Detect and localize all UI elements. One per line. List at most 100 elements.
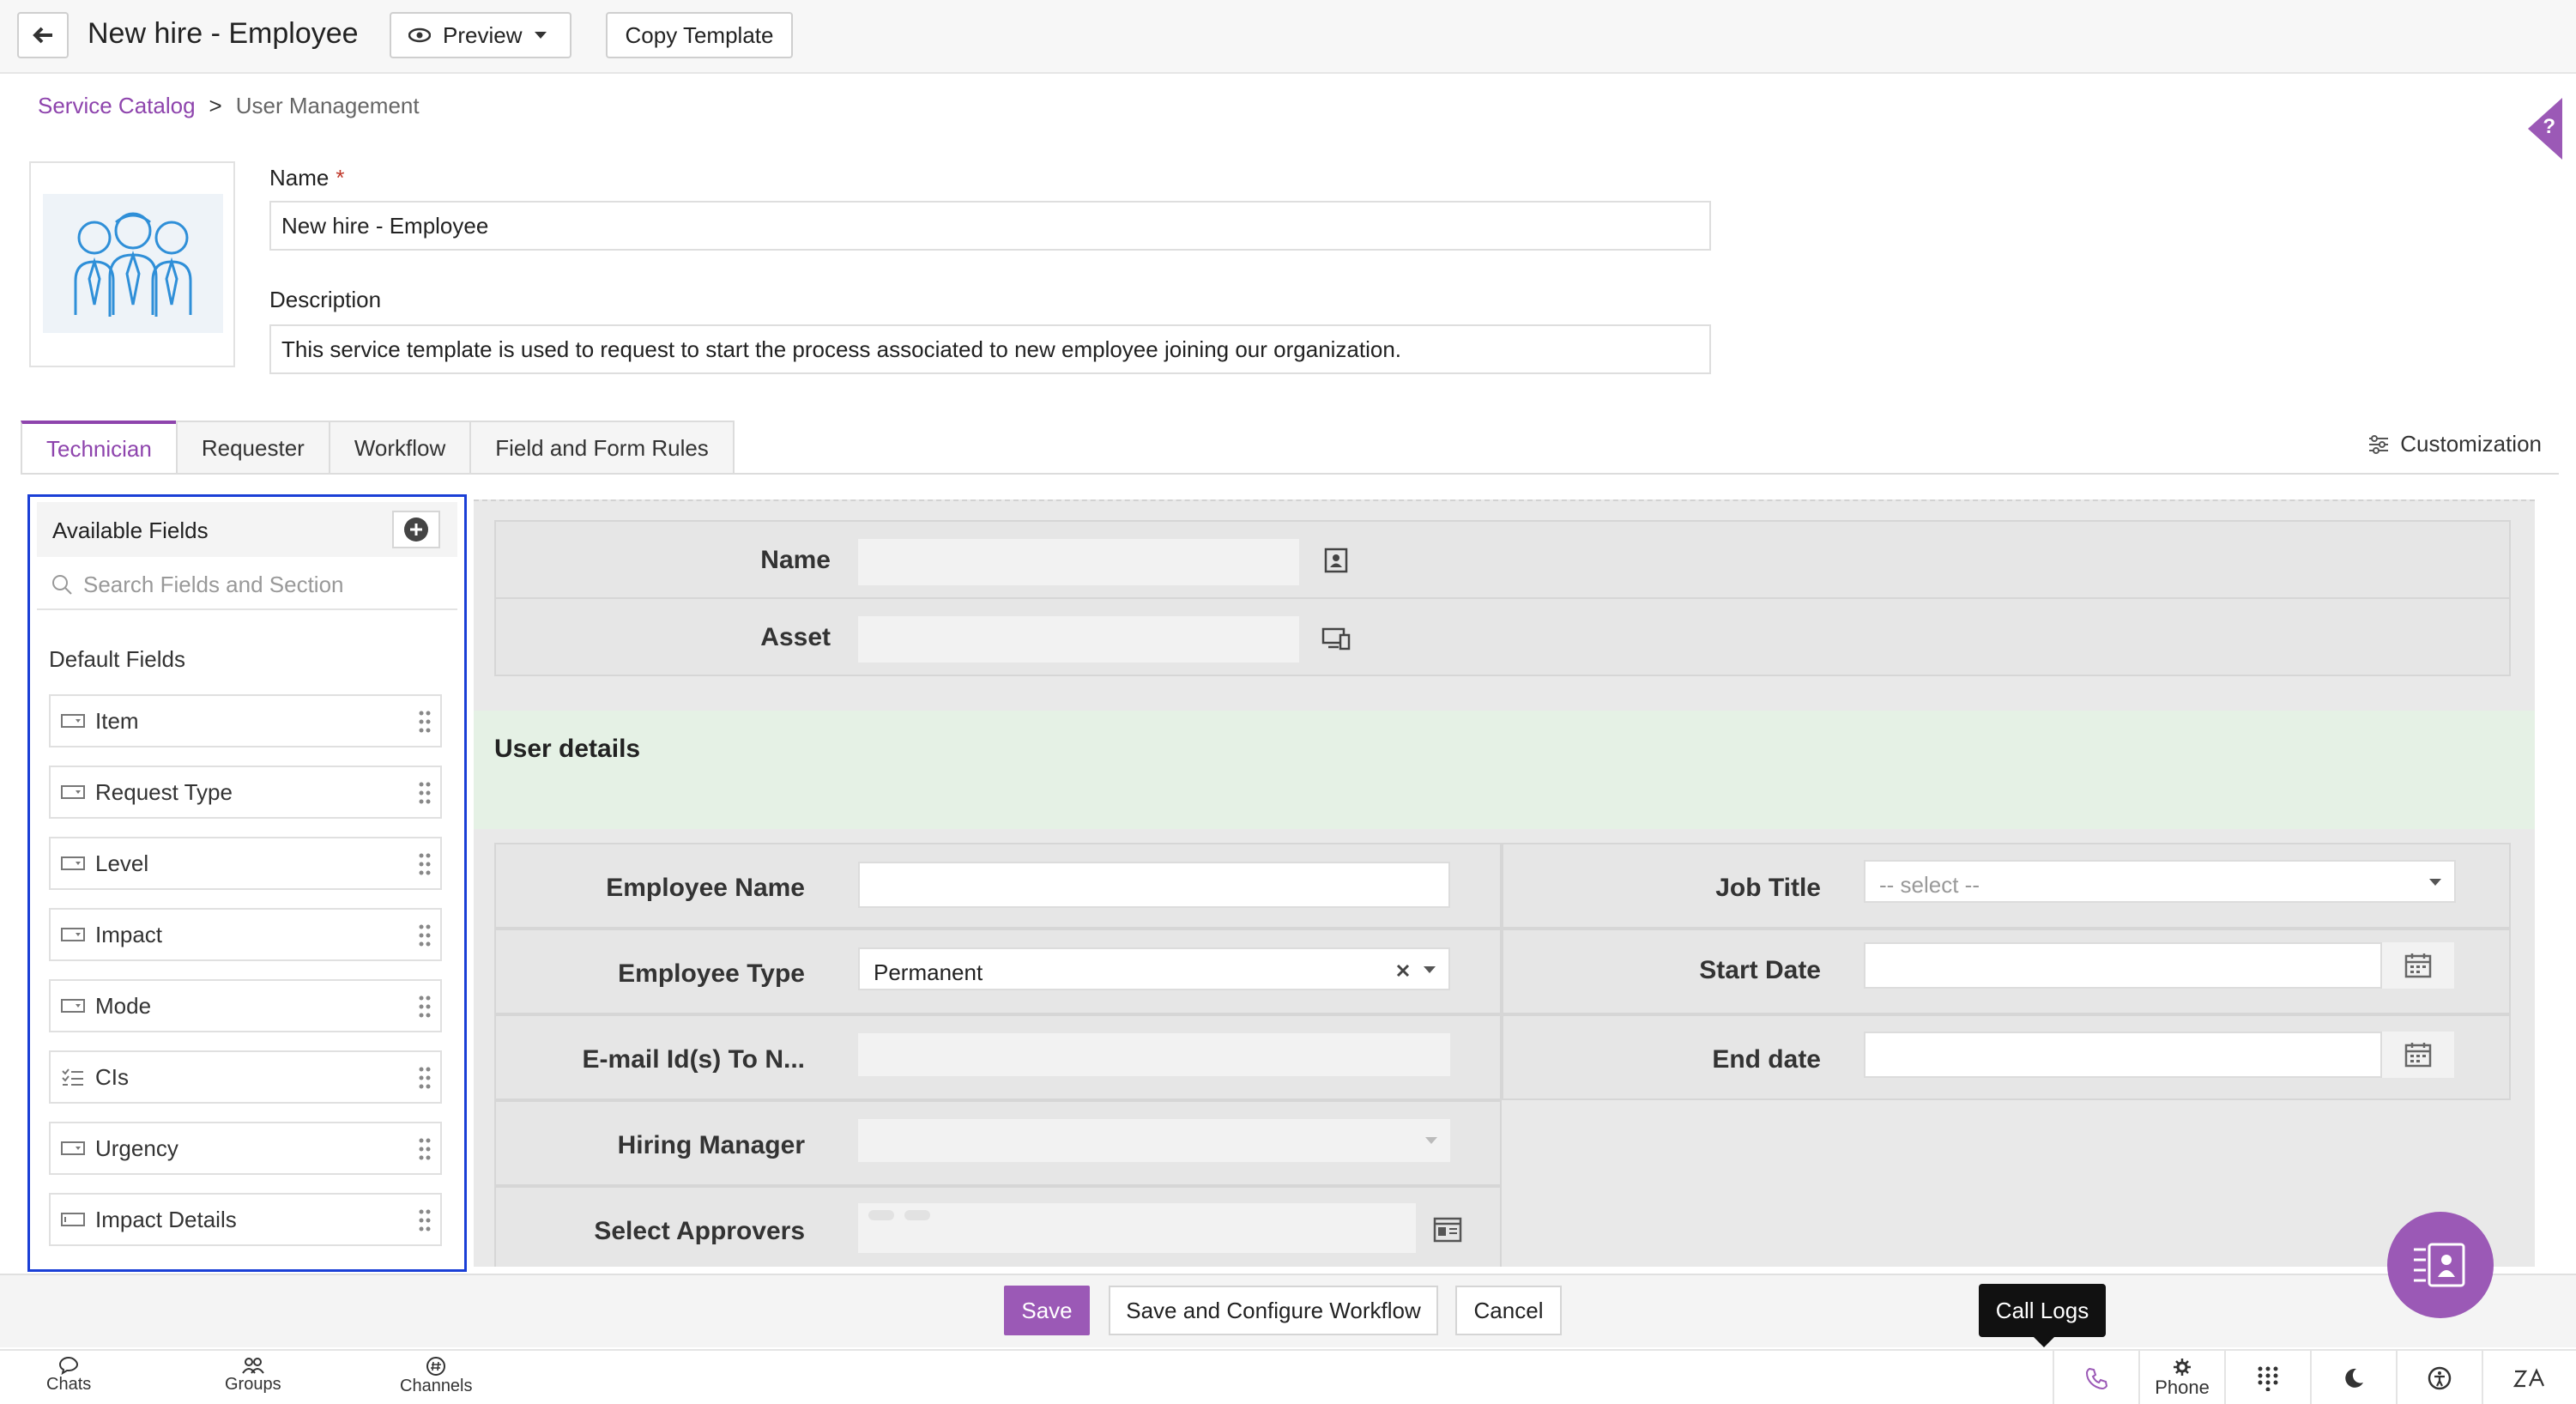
caret-down-icon bbox=[1424, 966, 1436, 973]
field-label: Name bbox=[760, 546, 831, 574]
drag-handle-icon[interactable] bbox=[418, 923, 432, 947]
required-mark: * bbox=[336, 165, 345, 191]
accessibility-button[interactable] bbox=[2396, 1351, 2482, 1404]
select-approvers-input[interactable] bbox=[858, 1203, 1416, 1253]
drag-handle-icon[interactable] bbox=[418, 781, 432, 805]
preview-dropdown[interactable]: Preview bbox=[390, 12, 571, 58]
available-fields-panel: Available Fields Search Fields and Secti… bbox=[27, 494, 467, 1272]
canvas-row[interactable]: Job Title -- select -- bbox=[1502, 843, 2511, 929]
employee-type-select[interactable]: Permanent bbox=[858, 947, 1450, 990]
tab-field-and-form-rules[interactable]: Field and Form Rules bbox=[469, 421, 735, 474]
cancel-button[interactable]: Cancel bbox=[1455, 1286, 1562, 1335]
groups-button[interactable]: Groups bbox=[225, 1356, 281, 1395]
canvas-row[interactable]: E-mail Id(s) To N... bbox=[494, 1014, 1502, 1100]
field-item-item[interactable]: Item bbox=[49, 694, 442, 747]
floating-action-button[interactable] bbox=[2387, 1212, 2494, 1318]
plus-circle-icon bbox=[404, 517, 428, 542]
canvas-row[interactable]: Employee Type Permanent bbox=[494, 929, 1502, 1014]
asset-lookup-input[interactable] bbox=[858, 616, 1299, 663]
phone-label: Phone bbox=[2155, 1377, 2210, 1398]
save-and-configure-workflow-button[interactable]: Save and Configure Workflow bbox=[1109, 1286, 1438, 1335]
drag-handle-icon[interactable] bbox=[418, 1066, 432, 1090]
channels-button[interactable]: Channels bbox=[400, 1356, 473, 1396]
canvas-row[interactable]: Employee Name bbox=[494, 843, 1502, 929]
hash-icon bbox=[426, 1357, 446, 1376]
zia-button[interactable] bbox=[2482, 1351, 2576, 1404]
search-icon bbox=[52, 575, 72, 595]
help-tab[interactable]: ? bbox=[2528, 98, 2562, 160]
add-field-button[interactable] bbox=[392, 511, 440, 548]
name-lookup-input[interactable] bbox=[858, 539, 1299, 585]
calendar-icon bbox=[2404, 1043, 2432, 1068]
canvas-row[interactable]: Select Approvers bbox=[494, 1186, 1502, 1267]
end-date-picker-button[interactable] bbox=[2382, 1032, 2454, 1078]
section-title: User details bbox=[494, 735, 641, 763]
start-date-picker-button[interactable] bbox=[2382, 942, 2454, 989]
devices-icon[interactable] bbox=[1321, 626, 1351, 651]
breadcrumb-service-catalog[interactable]: Service Catalog bbox=[38, 93, 196, 119]
canvas-row[interactable]: Hiring Manager bbox=[494, 1100, 1502, 1186]
copy-template-button[interactable]: Copy Template bbox=[606, 12, 793, 58]
chats-button[interactable]: Chats bbox=[46, 1356, 91, 1395]
dropdown-field-icon bbox=[61, 856, 85, 870]
canvas-row[interactable]: Start Date bbox=[1502, 929, 2511, 1014]
field-item-request-type[interactable]: Request Type bbox=[49, 766, 442, 819]
moon-icon bbox=[2345, 1368, 2363, 1388]
dropdown-field-icon bbox=[61, 928, 85, 941]
field-item-mode[interactable]: Mode bbox=[49, 979, 442, 1032]
field-label: Employee Type bbox=[618, 959, 805, 988]
canvas-row[interactable]: Name bbox=[494, 520, 2511, 599]
section-user-details[interactable]: User details bbox=[474, 711, 2535, 829]
tab-technician[interactable]: Technician bbox=[21, 421, 178, 474]
drag-handle-icon[interactable] bbox=[418, 710, 432, 734]
phone-button[interactable]: Phone bbox=[2138, 1351, 2224, 1404]
field-item-urgency[interactable]: Urgency bbox=[49, 1122, 442, 1175]
field-item-impact-details[interactable]: Impact Details bbox=[49, 1193, 442, 1246]
phone-settings-icon bbox=[2174, 1359, 2191, 1376]
eye-icon bbox=[408, 27, 431, 43]
canvas-row[interactable]: Asset bbox=[494, 597, 2511, 676]
drag-handle-icon[interactable] bbox=[418, 852, 432, 876]
save-button[interactable]: Save bbox=[1004, 1286, 1090, 1335]
contact-card-icon[interactable] bbox=[1323, 548, 1349, 573]
back-button[interactable] bbox=[17, 12, 69, 58]
hiring-manager-select[interactable] bbox=[858, 1119, 1450, 1162]
canvas-row[interactable]: End date bbox=[1502, 1014, 2511, 1100]
tab-workflow[interactable]: Workflow bbox=[328, 421, 472, 474]
field-label: E-mail Id(s) To N... bbox=[582, 1045, 805, 1074]
field-item-label: Impact Details bbox=[95, 1206, 237, 1232]
field-item-cis[interactable]: CIs bbox=[49, 1050, 442, 1104]
field-item-impact[interactable]: Impact bbox=[49, 908, 442, 961]
field-item-label: Impact bbox=[95, 921, 163, 947]
dark-mode-button[interactable] bbox=[2310, 1351, 2396, 1404]
search-placeholder: Search Fields and Section bbox=[83, 571, 344, 597]
description-input[interactable]: This service template is used to request… bbox=[269, 324, 1711, 374]
tab-requester[interactable]: Requester bbox=[175, 421, 330, 474]
accessibility-icon bbox=[2428, 1366, 2452, 1390]
job-title-select[interactable]: -- select -- bbox=[1864, 860, 2456, 903]
clear-icon[interactable] bbox=[1395, 963, 1411, 978]
search-fields-input[interactable]: Search Fields and Section bbox=[37, 560, 457, 610]
field-item-label: Item bbox=[95, 707, 139, 734]
textbox-field-icon bbox=[61, 1213, 85, 1226]
field-item-label: Request Type bbox=[95, 778, 233, 805]
dropdown-field-icon bbox=[61, 785, 85, 799]
approvers-list-icon[interactable] bbox=[1433, 1217, 1462, 1243]
zia-icon bbox=[2513, 1368, 2545, 1388]
dialpad-button[interactable] bbox=[2224, 1351, 2310, 1404]
start-date-input[interactable] bbox=[1864, 942, 2382, 989]
template-image[interactable] bbox=[29, 161, 235, 367]
employee-name-input[interactable] bbox=[858, 862, 1450, 908]
drag-handle-icon[interactable] bbox=[418, 995, 432, 1019]
field-item-level[interactable]: Level bbox=[49, 837, 442, 890]
drag-handle-icon[interactable] bbox=[418, 1137, 432, 1161]
email-notify-input[interactable] bbox=[858, 1033, 1450, 1076]
breadcrumb-current: User Management bbox=[235, 93, 420, 118]
name-input[interactable]: New hire - Employee bbox=[269, 201, 1711, 251]
customization-button[interactable]: Customization bbox=[2367, 431, 2542, 457]
end-date-input[interactable] bbox=[1864, 1032, 2382, 1078]
field-label: Start Date bbox=[1699, 956, 1821, 984]
call-logs-button[interactable] bbox=[2053, 1351, 2138, 1404]
name-label: Name * bbox=[269, 165, 345, 191]
drag-handle-icon[interactable] bbox=[418, 1208, 432, 1232]
